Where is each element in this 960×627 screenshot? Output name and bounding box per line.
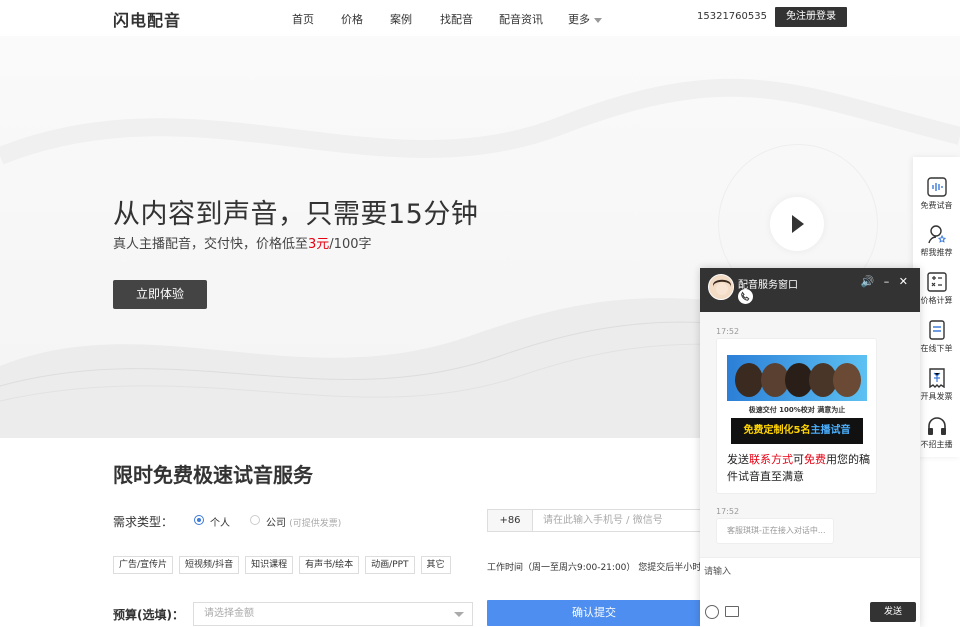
sidebar-label: 价格计算: [920, 296, 953, 305]
tag-short-video[interactable]: 短视频/抖音: [179, 556, 240, 574]
try-now-button[interactable]: 立即体验: [113, 280, 207, 309]
sidebar-label: 免费试音: [920, 201, 953, 210]
hero-price: 3元: [308, 237, 330, 252]
nav-pricing[interactable]: 价格: [341, 11, 363, 27]
budget-label: 预算(选填)：: [113, 608, 184, 622]
invoice-icon: [928, 368, 945, 388]
right-sidebar: 免费试音 帮我推荐 价格计算 在线下单 开具发票 不招主播: [913, 157, 960, 457]
chevron-down-icon: [594, 17, 602, 23]
chevron-down-icon: [454, 612, 464, 617]
budget-select[interactable]: 请选择金额: [193, 602, 473, 626]
image-icon[interactable]: [725, 606, 739, 617]
radio-personal-label[interactable]: 个人: [210, 514, 230, 529]
msg-text: 可: [793, 453, 804, 466]
sidebar-label: 在线下单: [920, 344, 953, 353]
phone-call-icon[interactable]: [738, 289, 753, 304]
message-time: 17:52: [716, 507, 740, 516]
chat-window-controls[interactable]: 🔊 – ✕: [861, 275, 911, 288]
need-type-label: 需求类型：: [113, 515, 174, 529]
nav-cases[interactable]: 案例: [390, 11, 412, 27]
promo-banner-highlight: 主播试音: [810, 425, 851, 436]
radio-company-label[interactable]: 公司 (可提供发票): [266, 514, 341, 529]
emoji-icon[interactable]: [705, 605, 719, 619]
top-navbar: 闪电配音 首页 价格 案例 找配音 配音资讯 更多 15321760535 免注…: [0, 0, 960, 36]
hero-subtitle: 真人主播配音，交付快，价格低至3元/100字: [113, 233, 372, 252]
tag-animation[interactable]: 动画/PPT: [365, 556, 415, 574]
send-button[interactable]: 发送: [870, 602, 916, 622]
agent-avatar: [708, 274, 734, 300]
hotline-phone: 15321760535: [697, 11, 767, 22]
voice-actors-strip: [727, 355, 867, 401]
chat-window: 配音服务窗口 🔊 – ✕ 17:52 极速交付 100%校对 满意为止 免费定制…: [700, 268, 920, 627]
sidebar-recruit[interactable]: 不招主播: [913, 416, 960, 450]
radio-company-text: 公司: [266, 518, 286, 529]
nav-more-label: 更多: [568, 13, 590, 26]
sidebar-label: 开具发票: [920, 392, 953, 401]
sidebar-label: 帮我推荐: [920, 248, 953, 257]
form-section-title: 限时免费极速试音服务: [113, 463, 313, 487]
agent-status-message: 客服琪琪-正在接入对话中...: [716, 518, 834, 544]
sidebar-free-trial[interactable]: 免费试音: [913, 177, 960, 211]
chat-header: 配音服务窗口 🔊 – ✕: [700, 268, 920, 312]
msg-highlight: 免费: [804, 453, 826, 466]
document-icon: [928, 320, 945, 340]
hero-title: 从内容到声音，只需要15分钟: [113, 199, 479, 230]
promo-banner-text: 免费定制化5名: [743, 425, 811, 436]
chat-messages: 17:52 极速交付 100%校对 满意为止 免费定制化5名主播试音 发送联系方…: [700, 312, 920, 557]
tag-ad[interactable]: 广告/宣传片: [113, 556, 174, 574]
submit-button[interactable]: 确认提交: [487, 600, 701, 626]
msg-highlight: 联系方式: [749, 453, 793, 466]
sidebar-invoice[interactable]: 开具发票: [913, 368, 960, 402]
promo-image: 极速交付 100%校对 满意为止 免费定制化5名主播试音: [727, 355, 867, 447]
chat-compose: 请输入 发送: [700, 557, 920, 627]
site-logo[interactable]: 闪电配音: [113, 7, 181, 31]
tag-course[interactable]: 知识课程: [245, 556, 294, 574]
tag-other[interactable]: 其它: [420, 556, 451, 574]
nav-news[interactable]: 配音资讯: [499, 11, 543, 27]
message-time: 17:52: [716, 327, 740, 336]
promo-banner: 免费定制化5名主播试音: [731, 418, 863, 444]
calculator-icon: [926, 272, 947, 292]
sidebar-price-calc[interactable]: 价格计算: [913, 272, 960, 306]
login-button[interactable]: 免注册登录: [775, 7, 847, 27]
budget-placeholder: 请选择金额: [204, 608, 254, 619]
sidebar-label: 不招主播: [920, 440, 953, 449]
sidebar-recommend[interactable]: 帮我推荐: [913, 224, 960, 258]
sidebar-order-online[interactable]: 在线下单: [913, 320, 960, 354]
nav-home[interactable]: 首页: [292, 11, 314, 27]
tag-audiobook[interactable]: 有声书/绘本: [299, 556, 360, 574]
category-tags: 广告/宣传片 短视频/抖音 知识课程 有声书/绘本 动画/PPT 其它: [113, 556, 451, 574]
country-code[interactable]: +86: [487, 509, 533, 532]
play-icon: [792, 215, 804, 233]
promo-features: 极速交付 100%校对 满意为止: [748, 406, 846, 414]
nav-find-voice[interactable]: 找配音: [440, 11, 473, 27]
promo-message-text: 发送联系方式可免费用您的稿件试音直至满意: [727, 451, 872, 485]
phone-input[interactable]: 请在此输入手机号 / 微信号: [533, 509, 701, 532]
audio-wave-icon: [926, 177, 947, 197]
user-star-icon: [927, 225, 946, 244]
hero-subtitle-text: 真人主播配音，交付快，价格低至: [113, 237, 309, 252]
nav-more[interactable]: 更多: [568, 11, 602, 27]
promo-message: 极速交付 100%校对 满意为止 免费定制化5名主播试音 发送联系方式可免费用您…: [716, 338, 877, 494]
work-hours-note: 工作时间（周一至周六9:00-21:00） 您提交后半小时内将: [487, 563, 701, 573]
msg-text: 发送: [727, 453, 749, 466]
play-button[interactable]: [770, 197, 824, 251]
headphones-icon: [927, 417, 946, 435]
invoice-hint: (可提供发票): [289, 519, 342, 529]
radio-personal[interactable]: [194, 515, 204, 525]
chat-input[interactable]: 请输入: [704, 564, 731, 577]
hero-unit: /100字: [329, 237, 372, 252]
radio-company[interactable]: [250, 515, 260, 525]
